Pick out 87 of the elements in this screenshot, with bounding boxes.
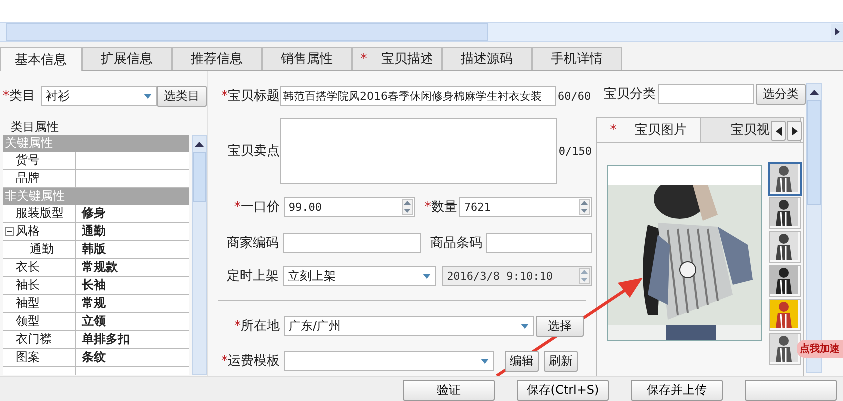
tab[interactable]: 销售属性	[262, 47, 352, 70]
attribute-name: 品牌	[3, 170, 76, 187]
scrollbar-thumb[interactable]	[6, 23, 488, 41]
collapse-icon[interactable]	[5, 227, 14, 236]
spinner-icon[interactable]	[402, 199, 414, 215]
attribute-name: 领型	[3, 313, 76, 330]
attribute-name: 袖长	[3, 277, 76, 294]
scroll-left-icon[interactable]	[771, 121, 786, 141]
tab[interactable]: 扩展信息	[82, 47, 172, 70]
tab[interactable]: 手机详情	[532, 47, 622, 70]
speed-badge[interactable]: 点我加速	[797, 340, 843, 358]
thumbnail[interactable]	[769, 299, 801, 331]
attribute-group-header: 关键属性	[3, 135, 189, 152]
freight-button[interactable]: 编辑	[505, 350, 539, 372]
freight-template-dropdown[interactable]	[284, 351, 494, 371]
attribute-name: 风格	[3, 223, 76, 240]
character-counter: 60/60	[558, 90, 592, 102]
location-dropdown[interactable]: 广东/广州	[284, 316, 534, 336]
select-location-button[interactable]: 选择	[536, 316, 584, 336]
attribute-name: 衣门襟	[3, 331, 76, 348]
select-category-button[interactable]: 选类目	[157, 86, 207, 106]
thumbnail[interactable]	[769, 163, 801, 195]
attribute-value[interactable]: 立领	[76, 313, 189, 330]
field-label: *类目	[3, 88, 36, 105]
field-label: *一口价	[233, 199, 280, 216]
caret-icon	[481, 358, 489, 364]
action-button[interactable]: 保存(Ctrl+S)	[517, 380, 609, 401]
attribute-value[interactable]: 常规款	[76, 259, 189, 276]
selling-point-field[interactable]	[280, 118, 557, 184]
attribute-name: 袖型	[3, 295, 76, 312]
caret-icon	[144, 94, 152, 98]
tab[interactable]: 推荐信息	[172, 47, 262, 70]
field-label: 定时上架	[226, 268, 280, 285]
field-label: 商品条码	[429, 235, 482, 252]
caret-icon	[423, 274, 432, 278]
freight-button[interactable]: 刷新	[544, 350, 578, 372]
field-label: *数量	[424, 199, 458, 216]
attribute-value[interactable]: 常规	[76, 295, 189, 312]
attribute-value[interactable]: 通勤	[76, 223, 189, 240]
thumbnail[interactable]	[769, 333, 801, 365]
vertical-scrollbar[interactable]	[192, 135, 207, 375]
field-label: *运费模板	[220, 353, 280, 370]
scroll-up-icon[interactable]	[810, 90, 818, 94]
quantity-field[interactable]: 7621	[459, 197, 592, 217]
attribute-value[interactable]: 韩版	[76, 241, 189, 258]
scroll-right-icon[interactable]	[787, 121, 802, 141]
tab[interactable]: 基本信息	[0, 47, 82, 71]
attribute-name: 服装版型	[3, 205, 76, 222]
scroll-up-icon[interactable]	[195, 142, 204, 146]
attribute-group-header: 非关键属性	[3, 188, 189, 205]
tab[interactable]: 描述源码	[442, 47, 532, 70]
thumbnail[interactable]	[769, 231, 801, 263]
listing-dropdown[interactable]: 立刻上架	[283, 266, 436, 286]
attribute-name: 衣长	[3, 259, 76, 276]
attribute-name: 货号	[3, 152, 76, 169]
attribute-value[interactable]: 长袖	[76, 277, 189, 294]
horizontal-scrollbar[interactable]	[0, 22, 843, 42]
item-category-field[interactable]	[658, 84, 754, 104]
action-button[interactable]: 验证	[403, 380, 495, 401]
field-label: 商家编码	[226, 235, 280, 252]
thumbnail[interactable]	[769, 197, 801, 229]
action-button[interactable]: 保存并上传	[631, 380, 723, 401]
category-dropdown[interactable]: 衬衫	[41, 86, 157, 106]
field-label: *所在地	[234, 318, 280, 335]
spinner-icon[interactable]	[578, 199, 590, 215]
field-label: 宝贝卖点	[226, 143, 280, 160]
attribute-name: 通勤	[3, 241, 76, 258]
title-field[interactable]: 韩范百搭学院风2016春季休闲修身棉麻学生衬衣女装	[280, 86, 556, 106]
group-title: 类目属性	[11, 119, 60, 134]
scrollbar-thumb[interactable]	[193, 152, 206, 202]
scrollbar-thumb[interactable]	[807, 100, 821, 205]
character-counter: 0/150	[558, 144, 592, 158]
select-category-button[interactable]: 选分类	[756, 84, 806, 104]
barcode-field[interactable]	[486, 233, 592, 253]
attribute-value[interactable]: 修身	[76, 205, 189, 222]
merchant-code-field[interactable]	[283, 233, 422, 253]
thumbnail[interactable]	[769, 265, 801, 297]
attribute-name: 图案	[3, 349, 76, 366]
tab[interactable]: * 宝贝描述	[352, 47, 442, 70]
action-button[interactable]	[745, 380, 837, 401]
attribute-value[interactable]: 条纹	[76, 349, 189, 366]
field-label: *宝贝标题	[220, 88, 280, 105]
field-label: 宝贝分类	[604, 86, 657, 103]
scroll-right-icon[interactable]	[831, 24, 843, 40]
attribute-value[interactable]: 单排多扣	[76, 331, 189, 348]
caret-icon	[521, 324, 529, 328]
price-field[interactable]: 99.00	[284, 197, 416, 217]
